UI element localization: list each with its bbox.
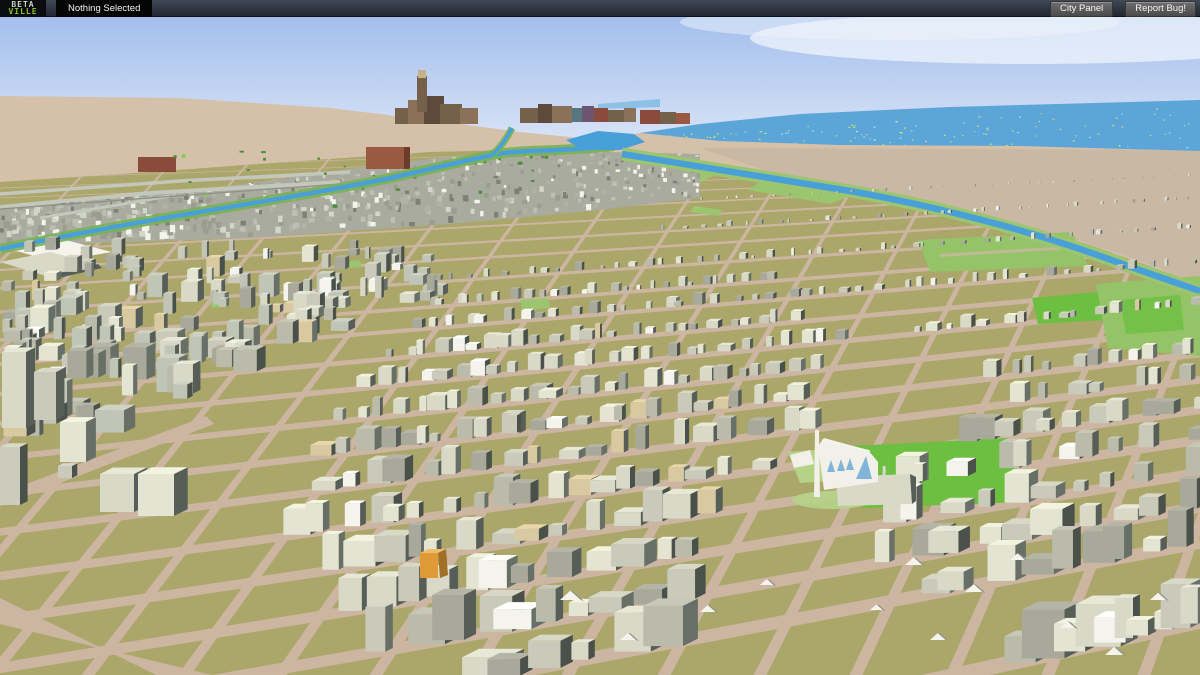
- top-toolbar: BETA VILLE Nothing Selected City Panel R…: [0, 0, 1200, 17]
- selection-status: Nothing Selected: [56, 0, 152, 17]
- report-bug-button[interactable]: Report Bug!: [1125, 1, 1196, 17]
- betaville-window: BETA VILLE Nothing Selected City Panel R…: [0, 0, 1200, 675]
- skyline-clock-tower: [417, 76, 427, 112]
- city-panel-button[interactable]: City Panel: [1050, 1, 1113, 17]
- orange-building[interactable]: [420, 549, 448, 578]
- church-spire: [814, 430, 820, 497]
- betaville-logo: BETA VILLE: [0, 0, 46, 17]
- logo-line2: VILLE: [0, 8, 46, 16]
- city-3d-viewport[interactable]: [0, 0, 1200, 675]
